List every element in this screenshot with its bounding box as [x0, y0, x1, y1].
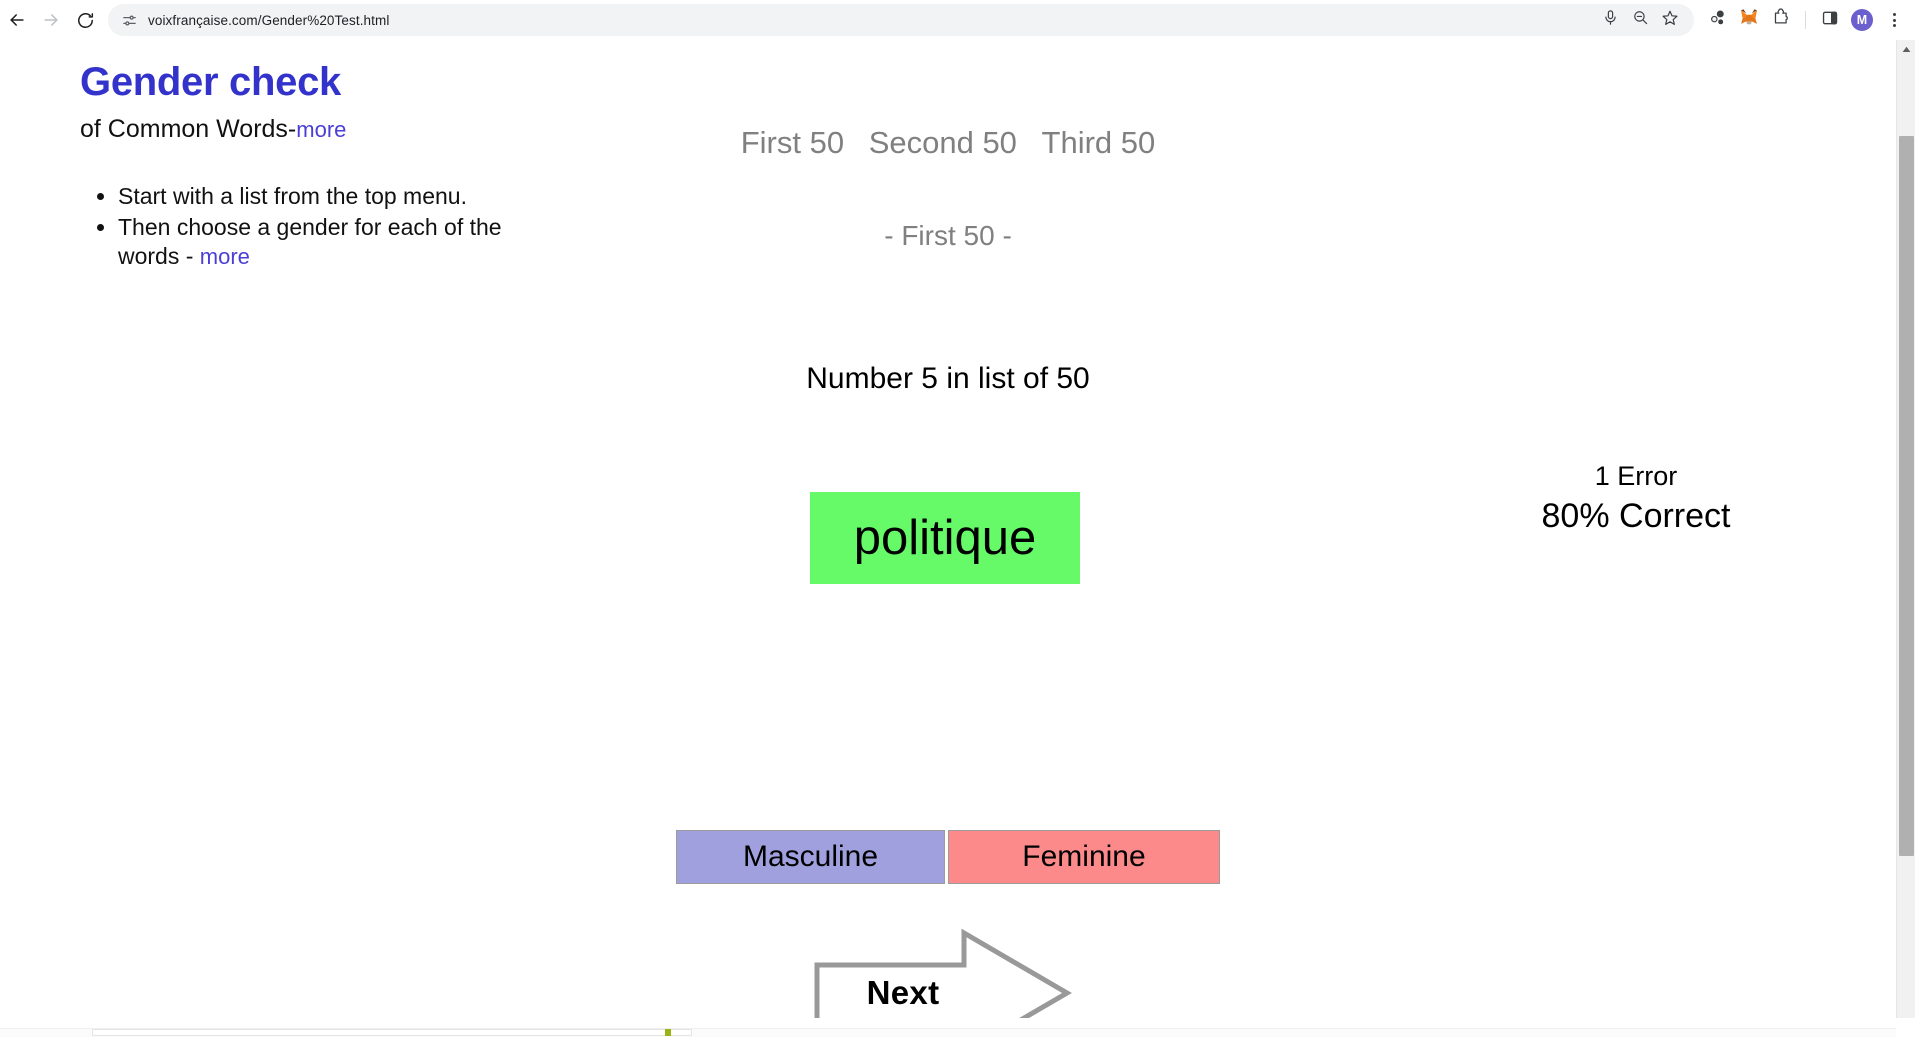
voice-search-button[interactable]	[1596, 6, 1624, 34]
horizontal-scrollbar[interactable]	[0, 1018, 1915, 1037]
side-panel-icon	[1821, 9, 1839, 32]
nav-item-first-50[interactable]: First 50	[741, 125, 844, 160]
bookmark-star-icon	[1661, 9, 1679, 32]
hint-text-1: Start with a list from the top menu.	[118, 183, 467, 209]
avatar: M	[1851, 9, 1873, 31]
quiz-word: politique	[853, 510, 1037, 565]
reload-icon	[76, 11, 95, 30]
scroll-up-arrow-icon	[1902, 40, 1911, 58]
address-bar[interactable]: voixfrançaise.com/Gender%20Test.html	[108, 4, 1694, 36]
word-card: politique	[810, 492, 1080, 584]
error-count: 1 Error	[1594, 461, 1678, 491]
zoom-out-icon	[1632, 9, 1649, 31]
feminine-button[interactable]: Feminine	[948, 830, 1220, 884]
three-dot-menu-icon	[1892, 13, 1896, 27]
zoom-indicator-button[interactable]	[1626, 6, 1654, 34]
metamask-fox-icon	[1739, 8, 1759, 32]
next-button[interactable]: Next	[812, 928, 1072, 1018]
back-arrow-icon	[7, 10, 27, 30]
vertical-scrollbar[interactable]	[1896, 40, 1915, 1018]
nav-item-second-50[interactable]: Second 50	[869, 125, 1017, 160]
browser-toolbar: voixfrançaise.com/Gender%20Test.html M	[0, 0, 1915, 40]
toolbar-divider	[1805, 11, 1806, 29]
forward-arrow-icon	[41, 10, 61, 30]
site-settings-icon[interactable]	[116, 7, 142, 33]
next-arrow-icon	[812, 928, 1072, 1018]
list-item: Start with a list from the top menu.	[118, 182, 540, 211]
horizontal-scrollbar-thumb[interactable]	[92, 1029, 692, 1036]
url-text: voixfrançaise.com/Gender%20Test.html	[148, 12, 390, 28]
page-title: Gender check	[80, 60, 341, 104]
reload-button[interactable]	[68, 3, 102, 37]
active-list-label: - First 50 -	[884, 220, 1012, 251]
profile-button[interactable]: M	[1847, 5, 1877, 35]
list-nav: First 50 Second 50 Third 50	[0, 125, 1896, 161]
score-panel: 1 Error 80% Correct	[1466, 458, 1806, 539]
microphone-icon	[1602, 9, 1619, 31]
puzzle-extensions-icon	[1772, 8, 1791, 32]
extension-molecule-button[interactable]	[1702, 5, 1732, 35]
page-viewport: Gender check of Common Words-more Start …	[0, 40, 1896, 1018]
vertical-scrollbar-thumb[interactable]	[1899, 136, 1914, 856]
chrome-menu-button[interactable]	[1879, 5, 1909, 35]
forward-button[interactable]	[34, 3, 68, 37]
scrollbar-marker	[665, 1029, 671, 1036]
answer-buttons: Masculine Feminine	[676, 830, 1220, 884]
bookmark-button[interactable]	[1656, 6, 1684, 34]
extensions-button[interactable]	[1766, 5, 1796, 35]
side-panel-button[interactable]	[1815, 5, 1845, 35]
back-button[interactable]	[0, 3, 34, 37]
percent-correct: 80% Correct	[1541, 497, 1731, 536]
nav-item-third-50[interactable]: Third 50	[1042, 125, 1156, 160]
molecule-extension-icon	[1708, 8, 1727, 32]
question-counter: Number 5 in list of 50	[806, 362, 1090, 395]
masculine-button[interactable]: Masculine	[676, 830, 945, 884]
scroll-up-button[interactable]	[1897, 40, 1915, 57]
extension-metamask-button[interactable]	[1734, 5, 1764, 35]
